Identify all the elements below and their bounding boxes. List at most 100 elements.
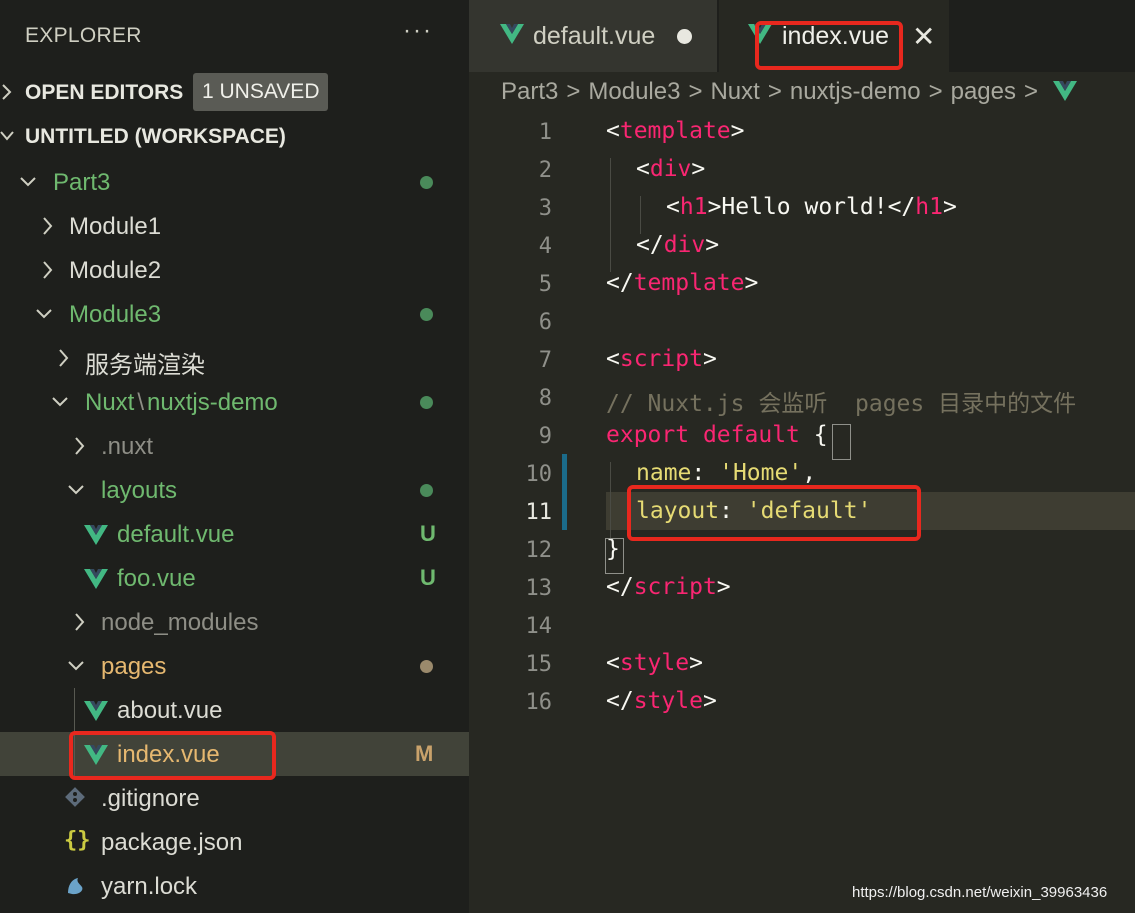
code-line-3: <h1>Hello world!</h1> — [666, 194, 957, 220]
code-token: </ — [606, 574, 634, 600]
code-token: script — [619, 346, 703, 372]
close-icon[interactable]: ✕ — [912, 20, 935, 53]
vue-file-icon — [84, 569, 108, 589]
code-token: </ — [636, 232, 664, 258]
breadcrumb-item[interactable]: Part3 — [501, 78, 558, 106]
tree-item-yarn-lock[interactable]: yarn.lock — [0, 864, 469, 908]
vue-file-icon — [84, 701, 108, 721]
breadcrumb-separator: > — [928, 78, 943, 105]
yarn-icon — [68, 878, 83, 895]
code-token: div — [663, 232, 706, 258]
code-token: h1 — [679, 194, 708, 220]
code-token: > — [702, 688, 717, 714]
explorer-sidebar: EXPLORER ··· OPEN EDITORS 1 UNSAVED UNTI… — [0, 0, 469, 913]
json-icon: {} — [64, 828, 91, 853]
line-number: 2 — [538, 158, 552, 183]
indent-guide — [610, 462, 611, 538]
tree-item-label: about.vue — [117, 697, 223, 724]
tree-item-label: Nuxt \ nuxtjs-demo — [85, 389, 278, 417]
chevron-right-icon — [2, 84, 12, 100]
code-token: < — [636, 156, 650, 182]
line-number: 7 — [538, 348, 552, 373]
tree-item-module3[interactable]: Module3 — [0, 292, 469, 336]
code-token: , — [802, 460, 817, 486]
line-number: 9 — [538, 424, 552, 449]
chevron-down-icon — [36, 309, 52, 319]
highlight-box-code — [627, 485, 921, 541]
line-number: 5 — [538, 272, 552, 297]
tree-item-label: node_modules — [101, 609, 259, 636]
modified-dot — [420, 660, 433, 673]
tree-item-foo-vue[interactable]: foo.vue U — [0, 556, 469, 600]
chevron-down-icon — [68, 661, 84, 671]
breadcrumb-item[interactable]: Nuxt — [710, 78, 759, 106]
tree-item-gitignore[interactable]: .gitignore — [0, 776, 469, 820]
tree-item-default-vue[interactable]: default.vue U — [0, 512, 469, 556]
code-token: name — [636, 460, 692, 486]
tree-item-module2[interactable]: Module2 — [0, 248, 469, 292]
modified-status: M — [415, 741, 434, 766]
breadcrumb: Part3 > Module3 > Nuxt > nuxtjs-demo > pages > — [501, 78, 1077, 110]
code-token: < — [666, 194, 680, 220]
untracked-status: U — [420, 565, 436, 590]
path-separator: \ — [137, 389, 145, 416]
chevron-down-icon — [52, 397, 68, 407]
code-token: style — [619, 650, 690, 676]
workspace-section[interactable]: UNTITLED (WORKSPACE) — [0, 116, 469, 160]
line-number: 10 — [525, 462, 553, 487]
tree-item-about-vue[interactable]: about.vue — [0, 688, 469, 732]
breadcrumb-item[interactable]: pages — [951, 78, 1016, 106]
tree-item-nuxtjs-demo[interactable]: Nuxt \ nuxtjs-demo — [0, 380, 469, 424]
code-token: < — [606, 650, 620, 676]
nuxt-demo-name: nuxtjs-demo — [147, 389, 278, 416]
line-number: 1 — [538, 120, 552, 145]
code-token: </ — [606, 688, 634, 714]
tree-item-node-modules[interactable]: node_modules — [0, 600, 469, 644]
explorer-title: EXPLORER — [25, 24, 142, 47]
code-token: < — [606, 346, 620, 372]
tree-item-pages[interactable]: pages — [0, 644, 469, 688]
nuxt-prefix: Nuxt — [85, 389, 135, 416]
breadcrumb-item[interactable]: nuxtjs-demo — [790, 78, 921, 106]
highlight-box-tab — [755, 21, 903, 70]
code-token: > — [730, 118, 745, 144]
code-line-9: export default { — [606, 422, 828, 448]
vue-file-icon — [84, 525, 108, 545]
git-icon — [65, 787, 85, 807]
code-line-1: <template> — [606, 118, 745, 144]
code-editor[interactable]: 1 2 3 4 5 6 7 8 9 10 11 12 13 14 15 16 <… — [469, 114, 1135, 913]
code-line-2: <div> — [636, 156, 705, 182]
tree-item-label: pages — [101, 653, 167, 680]
code-token: { — [813, 422, 828, 448]
tree-item-label: .gitignore — [101, 785, 200, 812]
tree-item-layouts[interactable]: layouts — [0, 468, 469, 512]
open-editors-label: OPEN EDITORS — [25, 81, 184, 104]
chevron-right-icon — [75, 613, 85, 631]
tree-item-dot-nuxt[interactable]: .nuxt — [0, 424, 469, 468]
code-token: template — [619, 118, 731, 144]
tree-item-part3[interactable]: Part3 — [0, 160, 469, 204]
unsaved-dot-icon[interactable] — [677, 29, 692, 44]
tree-item-ssr[interactable]: 服务端渲染 — [0, 336, 469, 380]
chevron-right-icon — [43, 217, 53, 235]
code-line-10: name: 'Home', — [636, 460, 816, 486]
breadcrumb-item[interactable]: Module3 — [588, 78, 680, 106]
code-line-8: // Nuxt.js 会监听 pages 目录中的文件 — [606, 391, 1077, 417]
bracket-match-box — [605, 538, 624, 574]
line-number: 13 — [525, 576, 553, 601]
workspace-label: UNTITLED (WORKSPACE) — [25, 125, 286, 148]
code-line-13: </script> — [606, 574, 731, 600]
highlight-box-tree — [69, 731, 276, 780]
tab-default-vue[interactable]: default.vue — [469, 0, 717, 72]
tree-item-package-json[interactable]: {} package.json — [0, 820, 469, 864]
more-actions-icon[interactable]: ··· — [403, 17, 433, 45]
vue-file-icon — [500, 24, 524, 44]
line-number: 16 — [525, 690, 553, 715]
chevron-down-icon — [68, 485, 84, 495]
code-token: > — [942, 194, 957, 220]
tree-item-module1[interactable]: Module1 — [0, 204, 469, 248]
code-token: > — [705, 232, 720, 258]
untracked-status: U — [420, 521, 436, 546]
code-token: </ — [606, 270, 634, 296]
modified-dot — [420, 484, 433, 497]
